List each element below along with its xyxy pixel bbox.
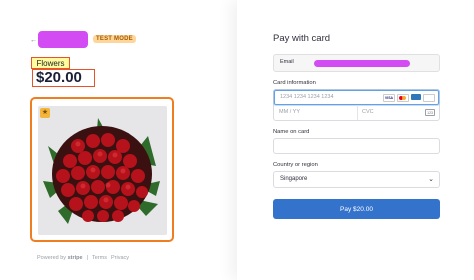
name-on-card-input[interactable] [273, 138, 440, 154]
stripe-logo[interactable]: stripe [68, 255, 83, 261]
expiry-placeholder: MM / YY [279, 109, 300, 115]
country-label: Country or region [273, 162, 318, 168]
email-label: Email [280, 59, 294, 65]
mastercard-icon [397, 94, 409, 102]
pay-button[interactable]: Pay $20.00 [273, 199, 440, 219]
country-select[interactable]: Singapore ⌄ [273, 171, 440, 188]
card-info-label: Card information [273, 80, 316, 86]
card-brands: VISA [383, 94, 435, 102]
image-badge-icon: ★ [40, 108, 50, 118]
merchant-name-redacted [38, 31, 88, 48]
product-image-frame: ★ [30, 97, 174, 242]
product-price: $20.00 [32, 69, 95, 87]
powered-by-text: Powered by stripe [37, 255, 83, 261]
visa-icon: VISA [383, 94, 395, 102]
product-image: ★ [38, 106, 167, 235]
test-mode-badge: TEST MODE [93, 35, 136, 43]
footer-divider: | [86, 255, 88, 261]
jcb-icon [423, 94, 435, 102]
footer: Powered by stripe | Terms Privacy [37, 255, 129, 261]
arrow-left-icon[interactable]: ← [30, 37, 37, 44]
email-field[interactable]: Email [273, 54, 440, 72]
product-name: Flowers [31, 57, 70, 69]
card-info-group: 1234 1234 1234 1234 VISA MM / YY CVC 123 [273, 89, 440, 121]
expiry-input[interactable]: MM / YY [274, 105, 358, 120]
cvc-placeholder: CVC [362, 109, 374, 115]
privacy-link[interactable]: Privacy [111, 255, 129, 261]
amex-icon [411, 94, 421, 100]
roses-bouquet-image [38, 106, 167, 235]
checkout-page: ← TEST MODE Flowers $20.00 ★ Powered by … [0, 0, 474, 280]
card-number-input[interactable]: 1234 1234 1234 1234 VISA [274, 90, 439, 105]
country-value: Singapore [280, 176, 308, 182]
cvc-input[interactable]: CVC 123 [357, 105, 439, 120]
chevron-down-icon: ⌄ [428, 176, 434, 183]
card-number-placeholder: 1234 1234 1234 1234 [280, 94, 334, 100]
order-summary-panel: ← TEST MODE Flowers $20.00 ★ Powered by … [0, 0, 237, 280]
terms-link[interactable]: Terms [92, 255, 107, 261]
cvc-card-icon: 123 [425, 109, 435, 116]
name-label: Name on card [273, 129, 310, 135]
form-title: Pay with card [273, 33, 331, 44]
email-value-redacted [314, 60, 410, 67]
